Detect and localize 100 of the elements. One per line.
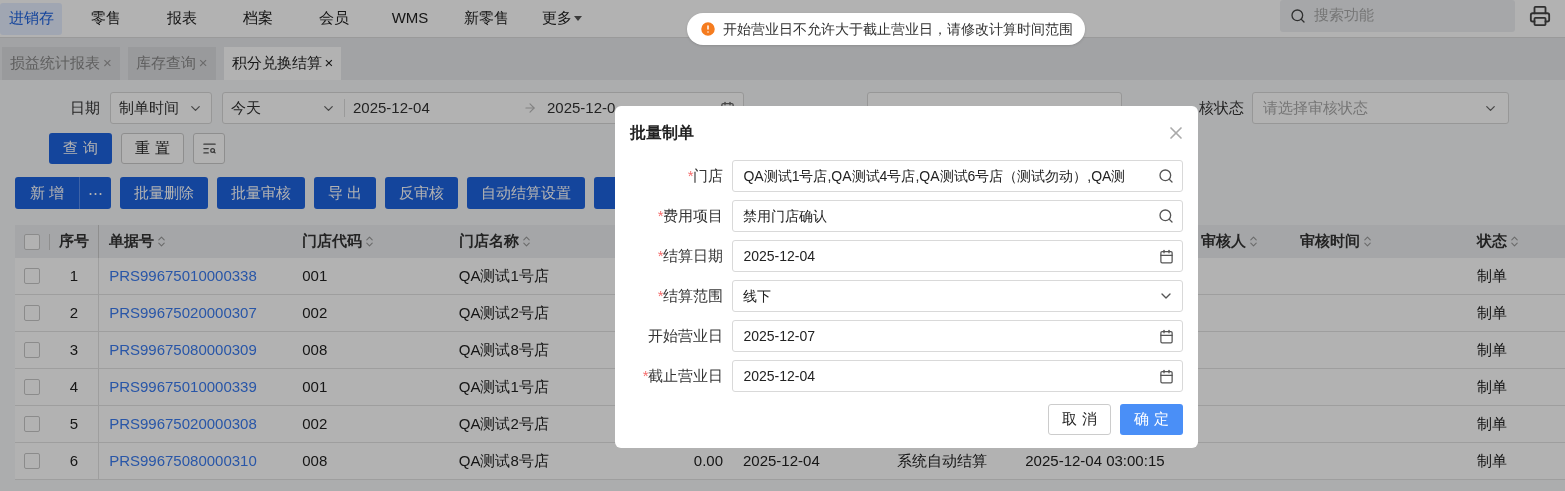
table-cell-text: 制单 bbox=[1476, 339, 1507, 360]
document-link[interactable]: PRS99675020000308 bbox=[109, 412, 257, 436]
table-cell-text: 008 bbox=[302, 339, 328, 360]
calendar-icon bbox=[1159, 368, 1174, 384]
reset-button[interactable]: 重 置 bbox=[121, 133, 184, 164]
cancel-button[interactable]: 取 消 bbox=[1048, 404, 1111, 435]
required-mark: * bbox=[657, 245, 664, 266]
table-cell-text: QA测试1号店 bbox=[458, 376, 549, 397]
table-cell-text: 制单 bbox=[1476, 450, 1507, 471]
required-mark: * bbox=[657, 205, 664, 226]
search-field[interactable]: QA测试1号店,QA测试4号店,QA测试6号店（测试勿动）,QA测 bbox=[732, 160, 1183, 192]
date-label: 日期 bbox=[69, 97, 101, 118]
table-cell-text: 2025-12-04 03:00:15 bbox=[1025, 450, 1165, 471]
table-cell-text: 6 bbox=[69, 450, 79, 471]
table-cell-text: QA测试8号店 bbox=[458, 450, 549, 471]
document-link[interactable]: PRS99675020000307 bbox=[109, 301, 257, 325]
column-header[interactable]: 单据号 bbox=[109, 230, 169, 253]
query-button[interactable]: 查 询 bbox=[49, 133, 112, 164]
filter-settings-button[interactable] bbox=[193, 133, 225, 164]
table-cell-text: 1 bbox=[69, 265, 79, 286]
document-link[interactable]: PRS99675010000339 bbox=[109, 375, 257, 399]
dialog-title: 批量制单 bbox=[630, 123, 694, 143]
checkbox[interactable] bbox=[23, 233, 40, 250]
field-label: 费用项目 bbox=[663, 205, 724, 226]
required-mark: * bbox=[642, 365, 649, 386]
more-button[interactable]: ⋯ bbox=[80, 177, 111, 209]
document-link[interactable]: PRS99675080000310 bbox=[109, 449, 257, 473]
nav-item[interactable]: 档案 bbox=[220, 2, 296, 35]
checkbox[interactable] bbox=[24, 416, 41, 432]
table-cell-text: 5 bbox=[69, 413, 79, 434]
document-link[interactable]: PRS99675010000338 bbox=[109, 264, 257, 288]
toolbar-button[interactable]: 自动结算设置 bbox=[467, 177, 586, 209]
search-icon bbox=[1290, 7, 1306, 24]
toolbar-button[interactable]: 反审核 bbox=[385, 177, 459, 209]
table-cell-text: 002 bbox=[302, 413, 328, 434]
column-header[interactable]: 审核人 bbox=[1200, 230, 1260, 253]
table-cell-text: 制单 bbox=[1476, 413, 1507, 434]
document-link[interactable]: PRS99675080000309 bbox=[109, 338, 257, 362]
calendar-icon bbox=[1159, 328, 1174, 344]
table-cell-text: 2025-12-04 bbox=[743, 450, 820, 471]
nav-item[interactable]: 零售 bbox=[68, 2, 144, 35]
nav-item[interactable]: 更多 bbox=[524, 2, 600, 35]
close-button[interactable]: × bbox=[324, 52, 334, 75]
table-cell-text: QA测试1号店 bbox=[458, 265, 549, 286]
tab[interactable]: 积分兑换结算 × bbox=[223, 47, 342, 80]
nav-item[interactable]: 新零售 bbox=[448, 2, 524, 35]
checkbox[interactable] bbox=[24, 268, 41, 284]
checkbox[interactable] bbox=[24, 342, 41, 358]
date-field[interactable]: 2025-12-07 bbox=[732, 320, 1183, 352]
nav-item[interactable]: 报表 bbox=[144, 2, 220, 35]
toast-message: 开始营业日不允许大于截止营业日，请修改计算时间范围 bbox=[687, 13, 1085, 45]
toolbar-button[interactable]: 批量删除 bbox=[120, 177, 208, 209]
table-cell-text: 0.00 bbox=[693, 450, 723, 471]
table-cell-text: 制单 bbox=[1476, 376, 1507, 397]
table-cell-text: 4 bbox=[69, 376, 79, 397]
column-header[interactable]: 序号 bbox=[58, 230, 89, 253]
table-cell-text: 2 bbox=[69, 302, 79, 323]
table-cell-text: 系统自动结算 bbox=[896, 450, 987, 471]
field-label: 门店 bbox=[693, 165, 724, 186]
date-field[interactable]: 2025-12-04 bbox=[732, 240, 1183, 272]
table-cell-text: 008 bbox=[302, 450, 328, 471]
nav-item[interactable]: WMS bbox=[372, 2, 448, 35]
table-cell-text: 001 bbox=[302, 376, 328, 397]
checkbox[interactable] bbox=[24, 379, 41, 395]
table-cell-text: 002 bbox=[302, 302, 328, 323]
select-field[interactable]: 线下 bbox=[732, 280, 1183, 312]
table-cell-text: QA测试2号店 bbox=[458, 413, 549, 434]
nav-item[interactable]: 进销存 bbox=[0, 2, 62, 35]
column-header[interactable]: 门店代码 bbox=[302, 230, 377, 253]
printer-icon[interactable] bbox=[1529, 4, 1551, 27]
toolbar-button[interactable]: 导 出 bbox=[314, 177, 377, 209]
column-header[interactable]: 状态 bbox=[1476, 230, 1521, 253]
search-field[interactable]: 禁用门店确认 bbox=[732, 200, 1183, 232]
checkbox[interactable] bbox=[24, 305, 41, 321]
nav-item[interactable]: 会员 bbox=[296, 2, 372, 35]
field-label: 结算日期 bbox=[663, 245, 724, 266]
date-type-select[interactable]: 制单时间 bbox=[110, 92, 212, 124]
warning-icon bbox=[699, 20, 717, 38]
table-cell-text: 001 bbox=[302, 265, 328, 286]
required-mark: * bbox=[687, 165, 694, 186]
search-icon bbox=[1158, 168, 1174, 184]
calendar-icon bbox=[1159, 248, 1174, 264]
table-cell-text: 制单 bbox=[1476, 302, 1507, 323]
table-cell-text: QA测试8号店 bbox=[458, 339, 549, 360]
arrow-right-icon bbox=[523, 101, 537, 115]
search-icon bbox=[1158, 208, 1174, 224]
toolbar-button[interactable]: 批量审核 bbox=[217, 177, 305, 209]
table-cell-text: 3 bbox=[69, 339, 79, 360]
text-search-icon bbox=[201, 141, 217, 156]
review-status-label: 核状态 bbox=[1198, 97, 1244, 118]
field-label: 结算范围 bbox=[663, 285, 724, 306]
field-label: 开始营业日 bbox=[648, 325, 724, 346]
new-button[interactable]: 新 增 bbox=[15, 177, 80, 209]
field-label: 截止营业日 bbox=[648, 365, 724, 386]
required-mark: * bbox=[657, 285, 664, 306]
table-cell-text: QA测试2号店 bbox=[458, 302, 549, 323]
date-field[interactable]: 2025-12-04 bbox=[732, 360, 1183, 392]
column-header[interactable]: 审核时间 bbox=[1299, 230, 1374, 253]
column-header[interactable]: 门店名称 bbox=[458, 230, 533, 253]
checkbox[interactable] bbox=[24, 453, 41, 469]
